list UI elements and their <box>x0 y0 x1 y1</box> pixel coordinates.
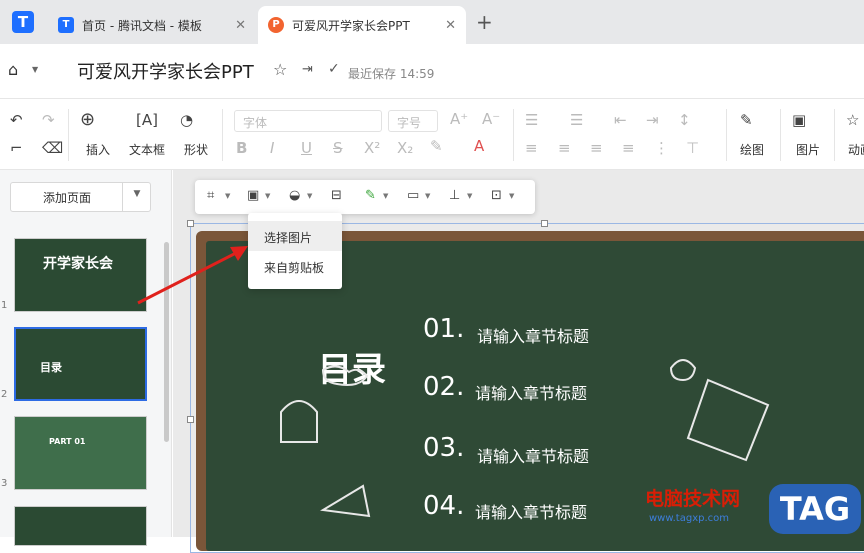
font-size-select[interactable]: 字号 <box>388 110 438 132</box>
chevron-down-icon[interactable]: ▼ <box>467 192 472 200</box>
image-replace-menu: 选择图片 来自剪贴板 <box>248 213 342 289</box>
new-tab-button[interactable]: + <box>476 10 493 34</box>
watermark-site: 电脑技术网 <box>645 488 741 510</box>
tab-bar: T T 首页 - 腾讯文档 - 模板 ✕ P 可爱风开学家长会PPT ✕ + <box>0 0 864 44</box>
crop-icon[interactable]: ⌗ <box>207 188 214 203</box>
tab-title: 首页 - 腾讯文档 - 模板 <box>82 18 202 33</box>
justify-icon[interactable]: ≡ <box>622 139 635 157</box>
close-icon[interactable]: ✕ <box>445 18 456 33</box>
slide-canvas: 目录 01. 请输入章节标题 02. 请输入章节标题 03. 请输入章节标题 0… <box>173 170 864 553</box>
bullet-list-icon[interactable]: ☰ <box>525 111 538 129</box>
draw-icon[interactable]: ✎ <box>740 111 753 129</box>
move-folder-icon[interactable]: ⇥ <box>302 62 313 77</box>
save-status: 最近保存 14:59 <box>348 67 435 81</box>
align-right-icon[interactable]: ≡ <box>590 139 603 157</box>
font-color-icon[interactable]: A <box>474 137 484 155</box>
bold-icon[interactable]: B <box>236 139 247 157</box>
distribute-icon[interactable]: ⋮ <box>654 139 669 157</box>
thumb-title: 目录 <box>40 361 62 374</box>
image-effect-icon[interactable]: ◒ <box>289 188 300 203</box>
watermark-url: www.tagxp.com <box>649 513 729 524</box>
chevron-down-icon[interactable]: ▼ <box>383 192 388 200</box>
font-select[interactable]: 字体 <box>234 110 382 132</box>
slide-thumbnail-2[interactable]: 目录 <box>14 327 147 401</box>
flip-icon[interactable]: ⊟ <box>331 188 342 203</box>
insert-label[interactable]: 插入 <box>86 141 110 158</box>
chevron-down-icon[interactable]: ▼ <box>425 192 430 200</box>
strikethrough-icon[interactable]: S <box>333 139 343 157</box>
slide-thumbnail-3[interactable]: PART 01 <box>14 416 147 490</box>
redo-icon[interactable]: ↷ <box>42 111 55 129</box>
chevron-down-icon[interactable]: ▼ <box>265 192 270 200</box>
draw-label[interactable]: 绘图 <box>740 141 764 158</box>
slide-sidebar: 添加页面 ▼ 开学家长会 1 目录 2 PART 01 3 <box>0 170 172 546</box>
menu-item-select-image[interactable]: 选择图片 <box>248 221 342 251</box>
document-title[interactable]: 可爱风开学家长会PPT <box>77 58 254 84</box>
star-icon[interactable]: ☆ <box>273 60 287 79</box>
italic-icon[interactable]: I <box>270 139 274 157</box>
replace-image-icon[interactable]: ▣ <box>247 188 259 203</box>
thumb-title: 开学家长会 <box>43 256 113 272</box>
arrange-icon[interactable]: ⊡ <box>491 188 502 203</box>
thumb-title: PART 01 <box>49 437 86 446</box>
slide-number: 2 <box>1 389 8 400</box>
superscript-icon[interactable]: X² <box>364 139 380 157</box>
check-circle-icon: ✓ <box>328 61 340 77</box>
chevron-down-icon[interactable]: ▼ <box>122 182 151 212</box>
image-label[interactable]: 图片 <box>796 141 820 158</box>
tab-document[interactable]: P 可爱风开学家长会PPT ✕ <box>258 6 466 44</box>
align-center-icon[interactable]: ≡ <box>558 139 571 157</box>
chevron-down-icon[interactable]: ▼ <box>225 192 230 200</box>
toolbar: ↶ ↷ ⌐ ⌫ ⊕ 插入 [A] 文本框 ◔ 形状 字体 字号 A⁺ A⁻ B … <box>0 98 864 170</box>
animation-icon[interactable]: ☆ <box>846 111 859 129</box>
align-left-icon[interactable]: ≡ <box>525 139 538 157</box>
numbered-list-icon[interactable]: ☰ <box>570 111 583 129</box>
tencent-docs-icon: T <box>58 17 74 33</box>
highlight-icon[interactable]: ✎ <box>430 137 443 155</box>
tab-home[interactable]: T 首页 - 腾讯文档 - 模板 ✕ <box>48 6 256 44</box>
border-color-icon[interactable]: ✎ <box>365 188 376 203</box>
decrease-font-icon[interactable]: A⁻ <box>482 110 500 128</box>
increase-font-icon[interactable]: A⁺ <box>450 110 468 128</box>
vertical-align-icon[interactable]: ⊤ <box>686 139 699 157</box>
slide-number: 3 <box>1 478 8 489</box>
close-icon[interactable]: ✕ <box>235 18 246 33</box>
subscript-icon[interactable]: X₂ <box>397 139 413 157</box>
slide-thumbnail-1[interactable]: 开学家长会 <box>14 238 147 312</box>
eraser-icon[interactable]: ⌫ <box>42 139 63 157</box>
textbox-icon[interactable]: [A] <box>136 111 158 129</box>
indent-icon[interactable]: ⇥ <box>646 111 659 129</box>
slide-number: 1 <box>1 300 8 311</box>
tencent-docs-logo-icon[interactable]: T <box>12 11 34 33</box>
shape-icon[interactable]: ◔ <box>180 111 193 129</box>
ppt-icon: P <box>268 17 284 33</box>
slide-thumbnail-4[interactable] <box>14 506 147 546</box>
undo-icon[interactable]: ↶ <box>10 111 23 129</box>
underline-icon[interactable]: U <box>301 139 312 157</box>
chevron-down-icon[interactable]: ▼ <box>32 65 38 74</box>
align-icon[interactable]: ⊥ <box>449 188 460 203</box>
format-painter-icon[interactable]: ⌐ <box>10 139 23 157</box>
animation-label[interactable]: 动画 <box>848 141 864 158</box>
watermark-tag-logo: TAG <box>769 484 861 534</box>
menu-item-from-clipboard[interactable]: 来自剪贴板 <box>248 251 342 281</box>
chevron-down-icon[interactable]: ▼ <box>509 192 514 200</box>
textbox-label[interactable]: 文本框 <box>129 141 165 158</box>
image-icon[interactable]: ▣ <box>792 111 806 129</box>
shape-label[interactable]: 形状 <box>184 141 208 158</box>
tab-title: 可爱风开学家长会PPT <box>292 18 410 33</box>
image-floating-toolbar: ⌗ ▼ ▣ ▼ ◒ ▼ ⊟ ✎ ▼ ▭ ▼ ⊥ ▼ ⊡ ▼ <box>195 180 535 214</box>
outdent-icon[interactable]: ⇤ <box>614 111 627 129</box>
home-icon[interactable]: ⌂ <box>8 60 18 79</box>
insert-icon[interactable]: ⊕ <box>80 109 95 130</box>
border-style-icon[interactable]: ▭ <box>407 188 419 203</box>
line-spacing-icon[interactable]: ↕ <box>678 111 691 129</box>
title-bar: ⌂ ▼ 可爱风开学家长会PPT ☆ ⇥ ✓ 最近保存 14:59 <box>0 44 864 98</box>
sidebar-scrollbar[interactable] <box>164 242 169 442</box>
chevron-down-icon[interactable]: ▼ <box>307 192 312 200</box>
